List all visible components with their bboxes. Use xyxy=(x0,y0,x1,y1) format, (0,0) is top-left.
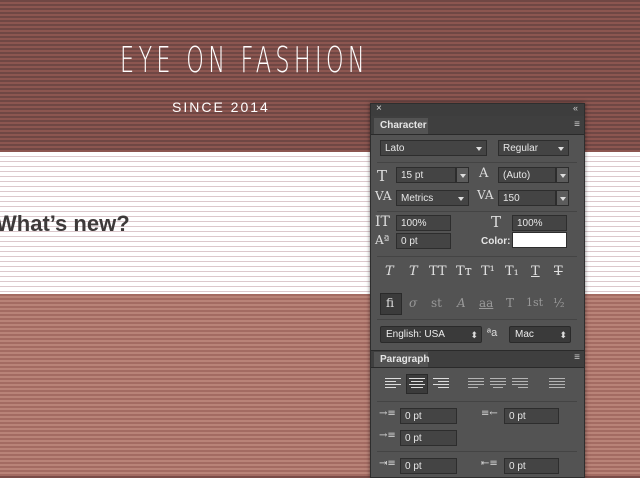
old-style-button[interactable]: σ xyxy=(409,296,417,310)
indent-first-field[interactable]: 0 pt xyxy=(400,430,457,446)
kerning-select[interactable]: Metrics xyxy=(396,190,469,206)
paragraph-tabbar: Paragraph ≡ xyxy=(371,350,584,368)
underline-button[interactable]: T xyxy=(531,264,540,279)
ordinals-button[interactable]: 1st xyxy=(526,296,543,309)
all-caps-button[interactable]: TT xyxy=(429,264,447,279)
leading-field[interactable]: (Auto) xyxy=(498,167,556,183)
ligatures-button[interactable]: ﬁ xyxy=(386,296,394,310)
divider xyxy=(377,256,577,257)
faux-italic-button[interactable]: T xyxy=(409,264,418,279)
color-swatch[interactable] xyxy=(512,232,567,248)
faux-bold-button[interactable]: T xyxy=(385,264,394,279)
indent-left-field[interactable]: 0 pt xyxy=(400,408,457,424)
leading-icon: A xyxy=(479,166,489,181)
tracking-dropdown[interactable] xyxy=(556,190,569,206)
tab-character[interactable]: Character xyxy=(374,118,428,134)
indent-right-field[interactable]: 0 pt xyxy=(504,408,559,424)
paragraph-menu-icon[interactable]: ≡ xyxy=(574,352,580,363)
since-text: SINCE 2014 xyxy=(172,99,270,115)
baseline-shift-icon: Aª xyxy=(375,233,390,247)
divider xyxy=(377,319,577,320)
swash-button[interactable]: A xyxy=(457,296,466,310)
close-icon[interactable]: × xyxy=(376,103,382,114)
antialias-select[interactable]: Mac xyxy=(509,326,571,343)
antialias-icon: ªa xyxy=(487,327,498,339)
font-size-dropdown[interactable] xyxy=(456,167,469,183)
subscript-button[interactable]: T₁ xyxy=(505,264,519,279)
space-after-icon: ⇤≡ xyxy=(481,458,498,469)
vertical-scale-icon: IT xyxy=(375,214,390,230)
justify-last-right-icon[interactable] xyxy=(512,378,528,390)
discretionary-ligatures-button[interactable]: st xyxy=(431,296,442,310)
align-left-icon[interactable] xyxy=(385,378,401,390)
small-caps-button[interactable]: Tт xyxy=(456,264,472,279)
vertical-scale-field[interactable]: 100% xyxy=(396,215,451,231)
font-style-select[interactable]: Regular xyxy=(498,140,569,156)
horizontal-scale-icon: T xyxy=(491,213,502,231)
divider xyxy=(377,162,577,163)
indent-first-icon: →≡ xyxy=(379,430,396,441)
space-before-icon: ⇥≡ xyxy=(379,458,396,469)
divider xyxy=(377,401,577,402)
align-right-icon[interactable] xyxy=(433,378,449,390)
panel-titlebar: × « xyxy=(371,103,584,116)
language-select[interactable]: English: USA xyxy=(380,326,482,343)
font-size-field[interactable]: 15 pt xyxy=(396,167,456,183)
collapse-icon[interactable]: « xyxy=(573,103,578,113)
stylistic-alternates-button[interactable]: aa xyxy=(479,296,493,310)
space-after-field[interactable]: 0 pt xyxy=(504,458,559,474)
character-panel: × « Character ≡ Lato Regular T 15 pt A (… xyxy=(370,103,585,478)
indent-right-icon: ≡← xyxy=(481,408,498,419)
tracking-icon: VA xyxy=(477,188,494,202)
justify-last-center-icon[interactable] xyxy=(490,378,506,390)
space-before-field[interactable]: 0 pt xyxy=(400,458,457,474)
superscript-button[interactable]: T¹ xyxy=(481,264,495,279)
panel-tabbar: Character ≡ xyxy=(371,116,584,135)
divider xyxy=(377,451,577,452)
titling-alternates-button[interactable]: T xyxy=(506,296,514,310)
horizontal-scale-field[interactable]: 100% xyxy=(512,215,567,231)
divider xyxy=(377,211,577,212)
kerning-icon: VA xyxy=(375,189,392,203)
tab-paragraph[interactable]: Paragraph xyxy=(374,352,429,367)
font-size-icon: T xyxy=(377,167,388,185)
strikethrough-button[interactable]: T xyxy=(554,264,563,279)
align-center-icon[interactable] xyxy=(409,378,425,390)
headline: What’s new? xyxy=(0,211,130,236)
baseline-shift-field[interactable]: 0 pt xyxy=(396,233,451,249)
justify-all-icon[interactable] xyxy=(549,378,565,390)
tracking-field[interactable]: 150 xyxy=(498,190,556,206)
panel-menu-icon[interactable]: ≡ xyxy=(574,119,580,130)
color-label: Color: xyxy=(481,236,511,247)
indent-left-icon: →≡ xyxy=(379,408,396,419)
fractions-button[interactable]: ½ xyxy=(553,296,565,310)
justify-last-left-icon[interactable] xyxy=(468,378,484,390)
font-family-select[interactable]: Lato xyxy=(380,140,487,156)
leading-dropdown[interactable] xyxy=(556,167,569,183)
logo-text: EYE ON FASHION xyxy=(120,40,369,81)
